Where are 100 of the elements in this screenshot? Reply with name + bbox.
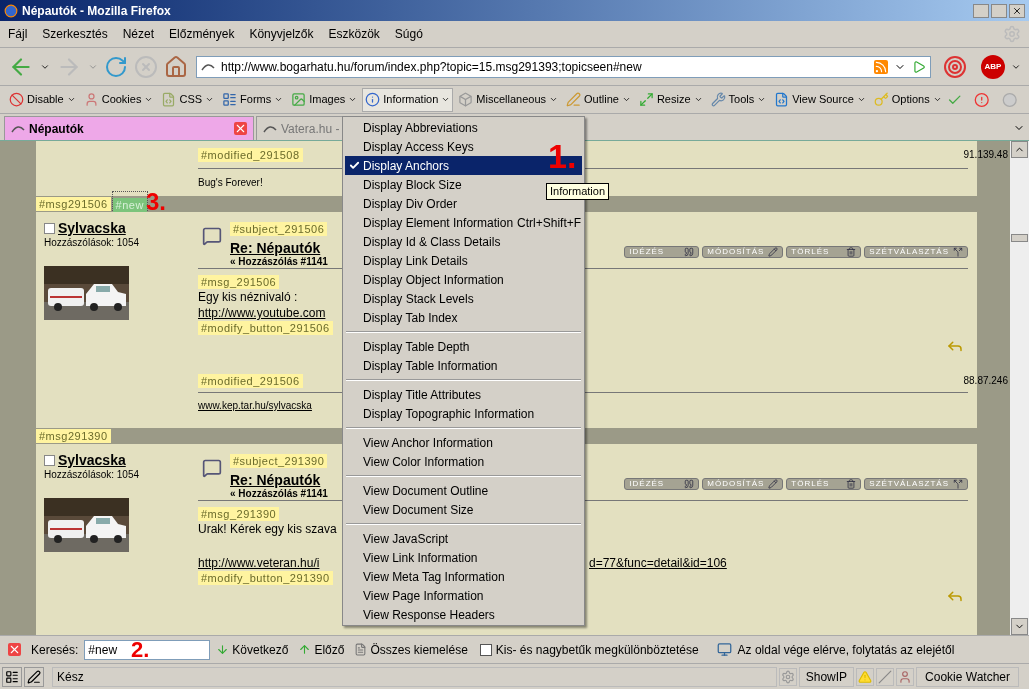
error-icon[interactable]	[974, 91, 990, 108]
caret-icon	[621, 95, 631, 104]
status-icon[interactable]	[1001, 91, 1017, 108]
menu-item[interactable]: Könyvjelzők	[249, 25, 314, 43]
site-icon	[11, 124, 25, 133]
menu-item[interactable]: Display Topographic Information	[345, 404, 582, 423]
home-icon[interactable]	[164, 54, 188, 79]
menu-item[interactable]: Szerkesztés	[42, 25, 108, 43]
find-field[interactable]: #new 2.	[84, 639, 211, 660]
feed-icon[interactable]	[874, 59, 888, 74]
find-previous-button[interactable]: Előző	[298, 640, 345, 659]
scroll-down-icon[interactable]	[1011, 618, 1028, 635]
menu-item[interactable]: Display Title Attributes	[345, 385, 582, 404]
ban-icon	[9, 92, 24, 107]
pen-icon[interactable]	[24, 666, 44, 687]
quote-icon	[684, 247, 695, 257]
menu-item[interactable]: Fájl	[8, 25, 28, 43]
menu-item[interactable]: Display Abbreviations	[345, 118, 582, 137]
ip-address: 91.139.48	[963, 148, 1008, 162]
scroll-up-icon[interactable]	[1011, 141, 1028, 158]
body-link[interactable]: http://www.veteran.hu/i	[198, 555, 340, 571]
menu-item[interactable]: View Page Information	[345, 586, 582, 605]
toolbar-menu-button[interactable]: Images	[288, 87, 361, 112]
url-text: http://www.bogarhatu.hu/forum/index.php?topic=15.msg291393;topicseen#new	[221, 58, 642, 76]
menu-item[interactable]: Súgó	[394, 25, 423, 43]
toolbar-menu-button[interactable]: Cookies	[80, 87, 157, 112]
toolbar-menu-button[interactable]: Outline	[563, 87, 634, 112]
menu-item[interactable]: View JavaScript	[345, 529, 582, 548]
target-icon[interactable]	[943, 54, 967, 79]
checkbox[interactable]	[479, 643, 492, 656]
menu-item[interactable]: View Anchor Information	[345, 433, 582, 452]
toolbar-menu-button[interactable]: CSS	[158, 87, 218, 112]
menu-item[interactable]: Előzmények	[169, 25, 235, 43]
scrollbar[interactable]	[1010, 141, 1029, 635]
menu-item[interactable]: View Response Headers	[345, 605, 582, 624]
layout-icon[interactable]	[2, 666, 22, 687]
post-count: Hozzászólások: 1054	[44, 468, 141, 482]
minimize-button[interactable]	[973, 3, 989, 18]
person-icon[interactable]	[896, 667, 915, 686]
menu-item[interactable]: View Document Outline	[345, 481, 582, 500]
highlight-all-button[interactable]: Összes kiemelése	[354, 640, 468, 659]
scroll-thumb[interactable]	[1011, 234, 1028, 242]
subject-link[interactable]: Re: Népautók	[230, 472, 328, 488]
warning-icon[interactable]	[856, 667, 875, 686]
checkbox[interactable]	[44, 454, 55, 466]
toolbar-menu-button[interactable]: Information	[362, 87, 454, 112]
showip-label[interactable]: ShowIP	[798, 666, 855, 687]
signature-link[interactable]: www.kep.tar.hu/sylvacska	[198, 398, 312, 413]
menu-item[interactable]: Display Table Depth	[345, 337, 582, 356]
site-icon	[201, 62, 215, 71]
close-button[interactable]	[1009, 3, 1025, 18]
menu-item[interactable]: Display Stack Levels	[345, 289, 582, 308]
toolbar-menu-button[interactable]: Options	[870, 87, 945, 112]
close-icon[interactable]	[234, 122, 247, 135]
gear-icon[interactable]	[778, 667, 797, 686]
cookie-watcher-label[interactable]: Cookie Watcher	[916, 666, 1019, 687]
toolbar-menu-button[interactable]: Forms	[219, 87, 287, 112]
menu-item[interactable]: View Meta Tag Information	[345, 567, 582, 586]
find-next-button[interactable]: Következő	[216, 640, 289, 659]
close-icon	[1012, 5, 1022, 16]
menu-item[interactable]: Eszközök	[328, 25, 380, 43]
menu-item[interactable]: Display Tab Index	[345, 308, 582, 327]
menu-item[interactable]: Display Link Details	[345, 251, 582, 270]
window-title: Népautók - Mozilla Firefox	[22, 2, 171, 20]
reload-icon[interactable]	[104, 54, 128, 79]
menu-item[interactable]: Display Id & Class Details	[345, 232, 582, 251]
tab[interactable]: Népautók	[4, 116, 254, 140]
blocked-icon[interactable]	[876, 667, 895, 686]
body-link[interactable]: http://www.youtube.com	[198, 305, 326, 321]
toolbar-menu-button[interactable]: Resize	[635, 87, 706, 112]
author-link[interactable]: Sylvacska	[58, 452, 126, 468]
pen-icon	[566, 92, 582, 107]
caret-icon	[441, 95, 451, 104]
toolbar-menu-button[interactable]: Disable	[6, 87, 79, 112]
author-link[interactable]: Sylvacska	[58, 220, 126, 236]
menu-item[interactable]: Nézet	[122, 25, 155, 43]
anchor-label: #modify_button_291390	[198, 571, 333, 585]
menu-item[interactable]: Display Object Information	[345, 270, 582, 289]
go-icon[interactable]	[912, 59, 926, 74]
toolbar-menu-button[interactable]: Tools	[707, 87, 770, 112]
anchor-label: #modified_291506	[198, 374, 303, 388]
adblock-button[interactable]: ABP	[981, 54, 1005, 79]
checkbox[interactable]	[44, 222, 55, 234]
address-field[interactable]: http://www.bogarhatu.hu/forum/index.php?topic=15.msg291393;topicseen#new	[196, 55, 931, 78]
toolbar-menu-button[interactable]: View Source	[771, 87, 869, 112]
status-text: Kész	[52, 666, 777, 687]
menu-item[interactable]: Display Element Information Ctrl+Shift+F	[345, 213, 582, 232]
menu-item[interactable]: View Color Information	[345, 452, 582, 471]
menu-item[interactable]: Display Table Information	[345, 356, 582, 375]
caret-icon	[144, 95, 154, 104]
body-link[interactable]: d=77&func=detail&id=106	[589, 555, 727, 571]
menu-item[interactable]: View Document Size	[345, 500, 582, 519]
anchor-label: #msg_291506	[198, 275, 280, 289]
menu-item[interactable]: View Link Information	[345, 548, 582, 567]
caret-icon	[932, 95, 942, 104]
toolbar-menu-button[interactable]: Miscellaneous	[455, 87, 562, 112]
anchor-label: #msg291390	[36, 429, 111, 443]
close-icon[interactable]	[8, 643, 21, 656]
trash-icon	[846, 247, 857, 257]
subject-link[interactable]: Re: Népautók	[230, 240, 328, 256]
